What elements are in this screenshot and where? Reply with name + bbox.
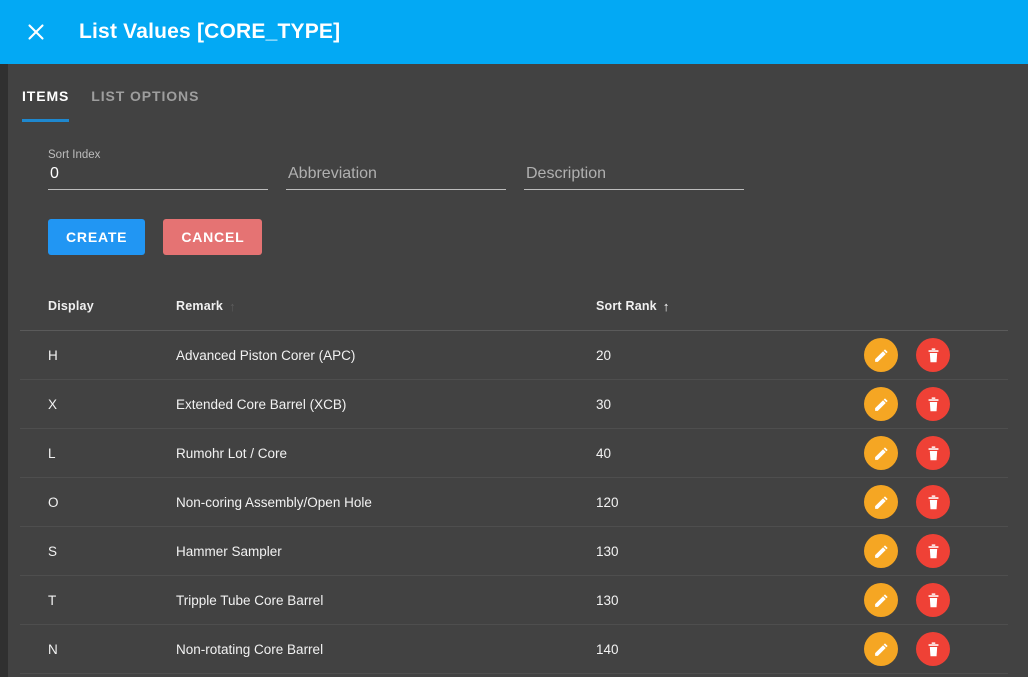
form-button-row: CREATE CANCEL: [48, 219, 262, 255]
column-header-sort-rank-label: Sort Rank: [596, 299, 657, 313]
cell-remark: Non-rotating Core Barrel: [176, 642, 596, 657]
row-actions: [864, 436, 1008, 470]
description-input[interactable]: [524, 164, 744, 190]
description-field: [524, 148, 744, 190]
pencil-glyph: [873, 641, 890, 658]
table-row[interactable]: TTripple Tube Core Barrel130: [20, 576, 1008, 625]
table-row[interactable]: HAdvanced Piston Corer (APC)20: [20, 331, 1008, 380]
table-row[interactable]: XExtended Core Barrel (XCB)30: [20, 380, 1008, 429]
row-actions: [864, 583, 1008, 617]
edit-icon[interactable]: [864, 632, 898, 666]
cell-display: N: [20, 642, 176, 657]
cell-remark: Hammer Sampler: [176, 544, 596, 559]
column-header-display-label: Display: [48, 299, 94, 313]
pencil-glyph: [873, 396, 890, 413]
create-item-form: Sort Index: [48, 148, 762, 190]
row-actions: [864, 387, 1008, 421]
cell-remark: Tripple Tube Core Barrel: [176, 593, 596, 608]
trash-glyph: [925, 445, 942, 462]
create-button[interactable]: CREATE: [48, 219, 145, 255]
cell-display: L: [20, 446, 176, 461]
trash-glyph: [925, 641, 942, 658]
edit-icon[interactable]: [864, 534, 898, 568]
list-values-dialog: List Values [CORE_TYPE] ITEMS LIST OPTIO…: [0, 0, 1028, 677]
table-row[interactable]: LRumohr Lot / Core40: [20, 429, 1008, 478]
trash-glyph: [925, 494, 942, 511]
dialog-body: ITEMS LIST OPTIONS Sort Index CREATE CAN…: [0, 64, 1028, 677]
trash-icon[interactable]: [916, 436, 950, 470]
column-header-remark-label: Remark: [176, 299, 223, 313]
pencil-glyph: [873, 494, 890, 511]
cell-display: S: [20, 544, 176, 559]
edit-icon[interactable]: [864, 338, 898, 372]
pencil-glyph: [873, 445, 890, 462]
trash-icon[interactable]: [916, 534, 950, 568]
tab-list-options[interactable]: LIST OPTIONS: [91, 88, 199, 122]
trash-icon[interactable]: [916, 338, 950, 372]
column-header-display[interactable]: Display: [20, 299, 176, 313]
close-glyph: [26, 22, 46, 42]
pencil-glyph: [873, 592, 890, 609]
sort-arrow-up-icon-sort-rank: ↑: [663, 300, 670, 313]
trash-glyph: [925, 396, 942, 413]
sort-index-label: Sort Index: [48, 148, 268, 162]
trash-icon[interactable]: [916, 583, 950, 617]
trash-icon[interactable]: [916, 485, 950, 519]
row-actions: [864, 632, 1008, 666]
table-row[interactable]: SHammer Sampler130: [20, 527, 1008, 576]
row-actions: [864, 534, 1008, 568]
table-row[interactable]: NNon-rotating Core Barrel140: [20, 625, 1008, 674]
pencil-glyph: [873, 543, 890, 560]
tab-items[interactable]: ITEMS: [22, 88, 69, 122]
dialog-titlebar: List Values [CORE_TYPE]: [0, 0, 1028, 64]
cell-sort-rank: 140: [596, 642, 864, 657]
trash-icon[interactable]: [916, 632, 950, 666]
cell-remark: Non-coring Assembly/Open Hole: [176, 495, 596, 510]
cell-remark: Extended Core Barrel (XCB): [176, 397, 596, 412]
row-actions: [864, 485, 1008, 519]
items-table: Display Remark ↑ Sort Rank ↑ HAdvanced P…: [20, 286, 1008, 674]
abbreviation-input[interactable]: [286, 164, 506, 190]
row-actions: [864, 338, 1008, 372]
cell-remark: Rumohr Lot / Core: [176, 446, 596, 461]
sort-index-input[interactable]: [48, 164, 268, 190]
cell-display: H: [20, 348, 176, 363]
tab-bar: ITEMS LIST OPTIONS: [22, 88, 221, 122]
close-icon[interactable]: [19, 15, 53, 49]
edit-icon[interactable]: [864, 583, 898, 617]
cell-display: T: [20, 593, 176, 608]
left-edge-strip: [0, 64, 8, 677]
page-title: List Values [CORE_TYPE]: [79, 20, 340, 44]
sort-arrow-up-icon-remark: ↑: [229, 300, 236, 313]
cell-display: X: [20, 397, 176, 412]
cell-sort-rank: 30: [596, 397, 864, 412]
cell-sort-rank: 120: [596, 495, 864, 510]
cell-sort-rank: 130: [596, 593, 864, 608]
cell-sort-rank: 20: [596, 348, 864, 363]
column-header-sort-rank[interactable]: Sort Rank ↑: [596, 299, 864, 313]
cell-remark: Advanced Piston Corer (APC): [176, 348, 596, 363]
trash-icon[interactable]: [916, 387, 950, 421]
edit-icon[interactable]: [864, 485, 898, 519]
trash-glyph: [925, 543, 942, 560]
trash-glyph: [925, 347, 942, 364]
cell-display: O: [20, 495, 176, 510]
abbreviation-field: [286, 148, 506, 190]
trash-glyph: [925, 592, 942, 609]
cell-sort-rank: 40: [596, 446, 864, 461]
edit-icon[interactable]: [864, 387, 898, 421]
cell-sort-rank: 130: [596, 544, 864, 559]
sort-index-field: Sort Index: [48, 148, 268, 190]
edit-icon[interactable]: [864, 436, 898, 470]
column-header-remark[interactable]: Remark ↑: [176, 299, 596, 313]
cancel-button[interactable]: CANCEL: [163, 219, 262, 255]
table-body: HAdvanced Piston Corer (APC)20XExtended …: [20, 331, 1008, 674]
table-header-row: Display Remark ↑ Sort Rank ↑: [20, 286, 1008, 331]
table-row[interactable]: ONon-coring Assembly/Open Hole120: [20, 478, 1008, 527]
pencil-glyph: [873, 347, 890, 364]
